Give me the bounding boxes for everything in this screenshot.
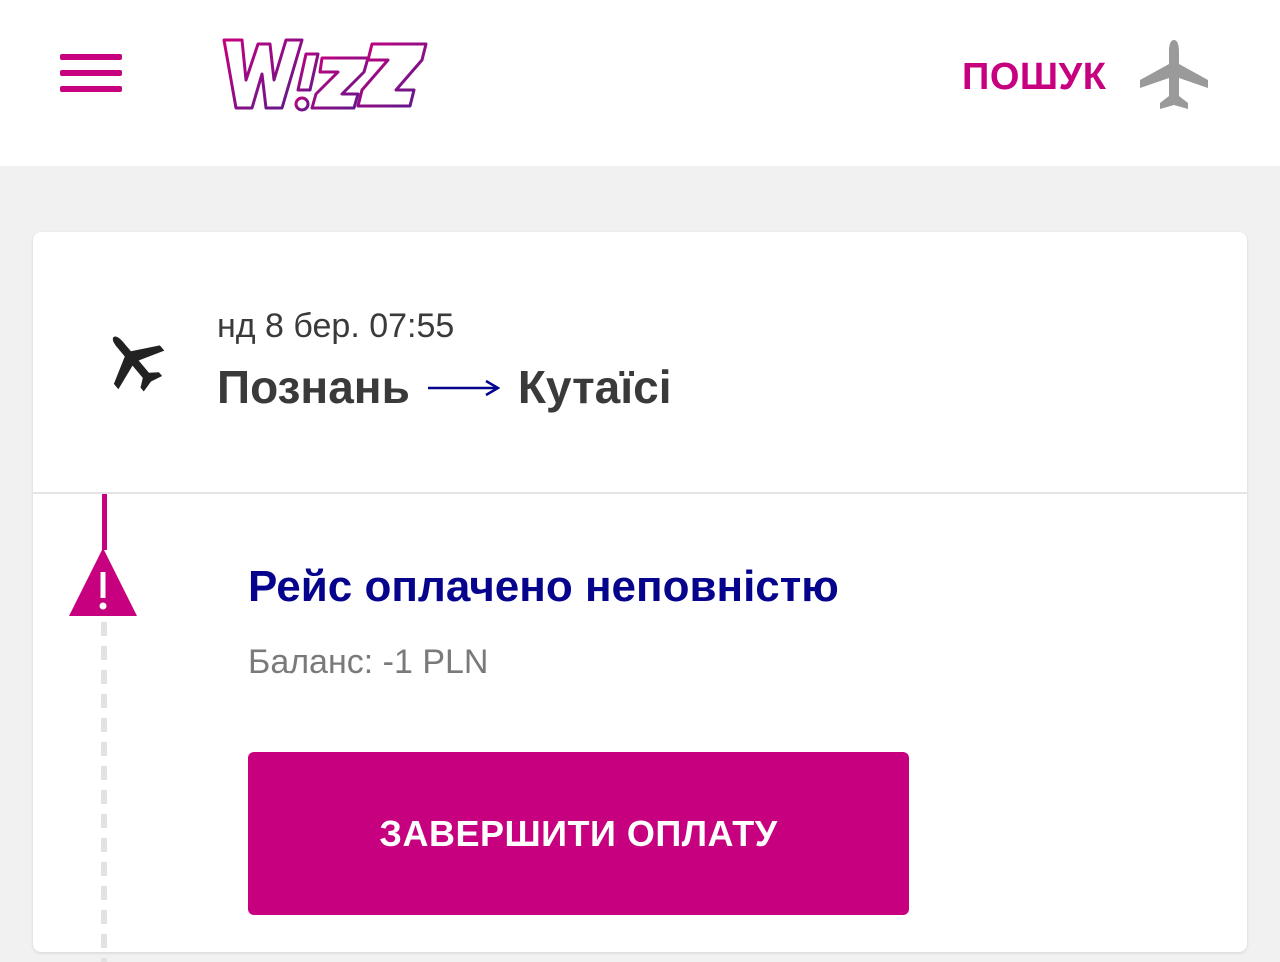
timeline-dashed-line [101,622,107,962]
arrow-right-icon [427,379,500,396]
top-bar: ПОШУК [0,0,1280,166]
payment-status-title: Рейс оплачено неповністю [248,562,839,611]
timeline-line [102,494,107,550]
flight-date-time: нд 8 бер. 07:55 [217,307,455,345]
wizz-logo[interactable] [218,24,430,124]
airplane-icon [112,336,165,392]
origin-city: Познань [217,361,410,413]
airplane-icon[interactable] [1138,38,1210,112]
balance-text: Баланс: -1 PLN [248,643,489,681]
flight-route: Познань Кутаїсі [217,360,672,414]
destination-city: Кутаїсі [517,361,672,413]
hamburger-menu-icon[interactable] [58,50,124,98]
search-link[interactable]: ПОШУК [962,56,1106,98]
complete-payment-button[interactable]: ЗАВЕРШИТИ ОПЛАТУ [248,752,909,915]
flight-card: нд 8 бер. 07:55 Познань Кутаїсі Рейс опл… [33,232,1247,962]
flight-header: нд 8 бер. 07:55 Познань Кутаїсі [33,232,1247,494]
warning-icon [69,548,137,616]
